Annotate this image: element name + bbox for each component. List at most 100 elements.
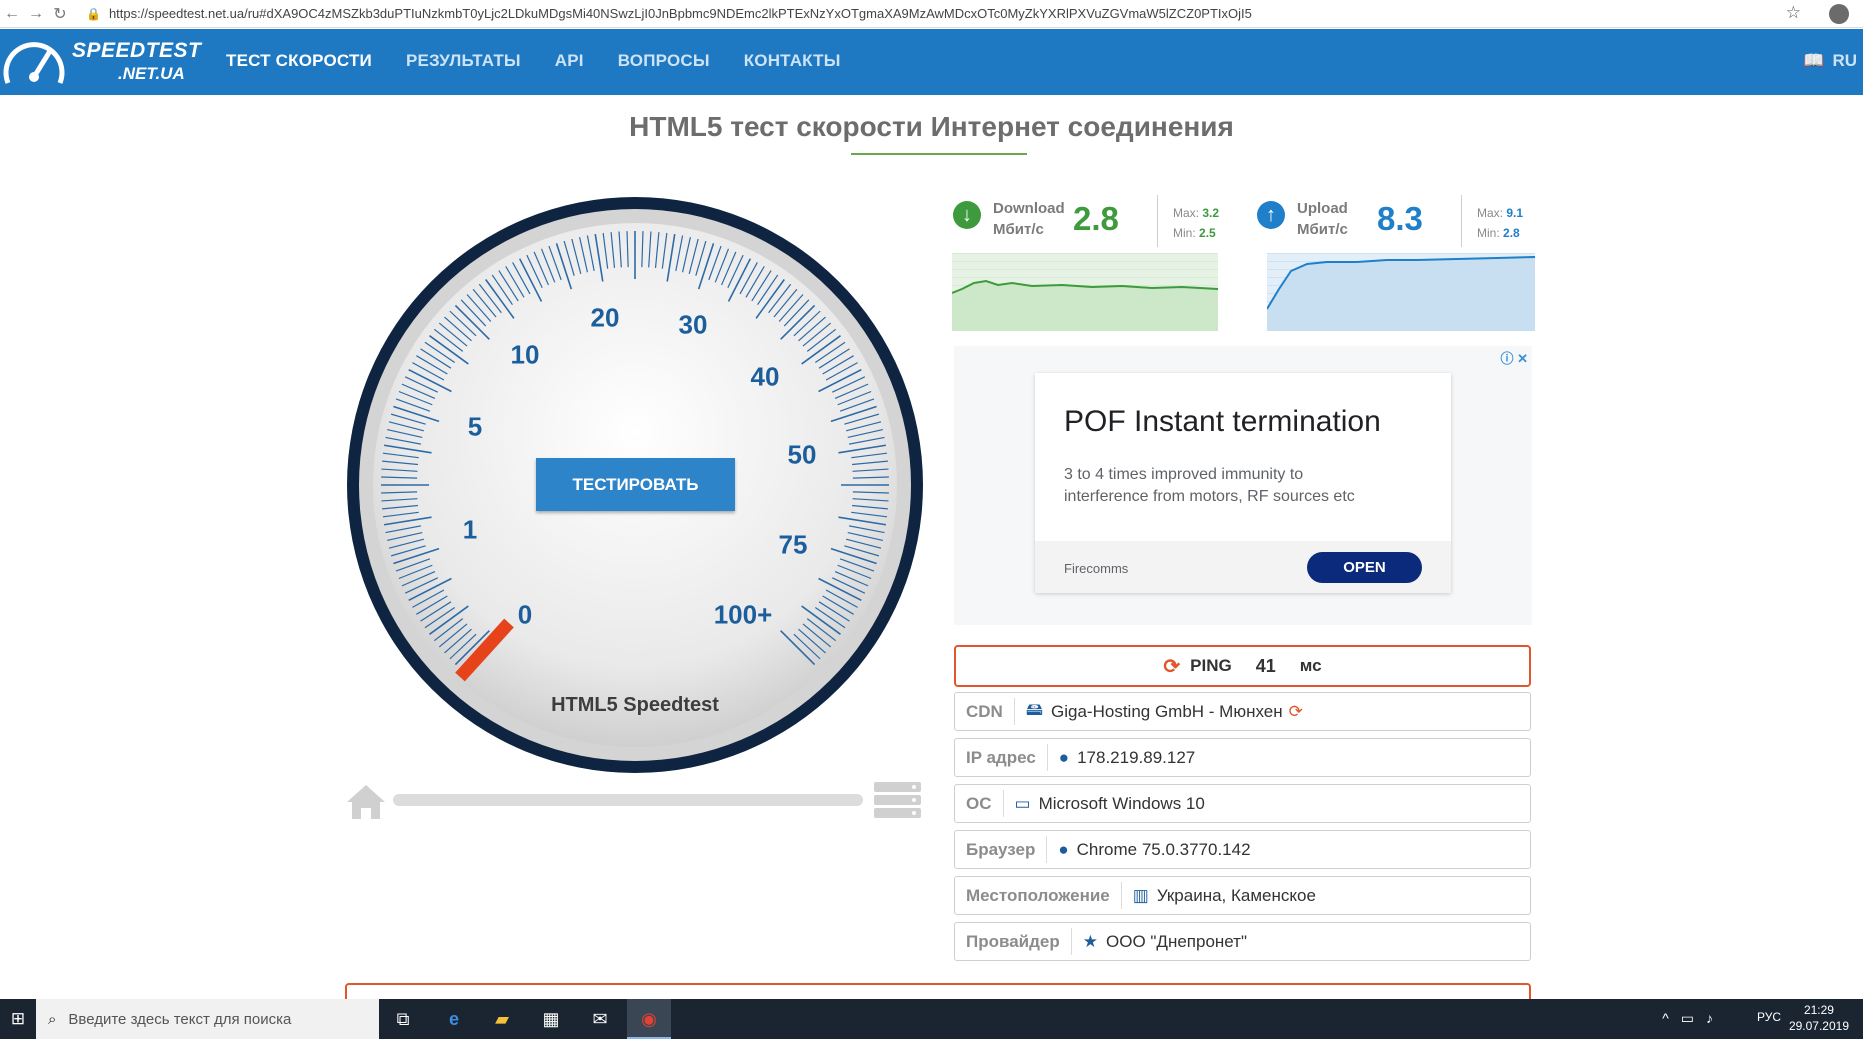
info-row-ip: IP адрес ● 178.219.89.127 [954,738,1531,777]
scale-label-30: 30 [678,309,708,340]
ad-open-button[interactable]: OPEN [1307,552,1422,583]
info-key: Провайдер [955,928,1072,955]
download-max-row: Max: 3.2 [1173,203,1219,223]
logo-text-bottom: .NET.UA [118,64,185,83]
gauge-caption: HTML5 Speedtest [551,694,719,716]
download-arrow-icon: ↓ [953,201,981,229]
test-progress-bar [393,794,863,806]
upload-label: Upload Мбит/с [1297,198,1348,240]
back-icon[interactable]: ← [0,5,24,23]
reload-icon[interactable]: ↻ [48,4,72,24]
site-logo[interactable]: SPEEDTEST .NET.UA [0,33,202,91]
nav-results[interactable]: РЕЗУЛЬТАТЫ [406,51,521,71]
windows-start-icon[interactable]: ⊞ [0,999,36,1039]
address-bar[interactable]: https://speedtest.net.ua/ru#dXA9OC4zMSZk… [109,6,1252,21]
book-icon: 📖 [1803,51,1825,70]
taskbar-search[interactable]: ⌕ Введите здесь текст для поиска [36,999,379,1039]
upload-max-value: 9.1 [1506,206,1524,220]
upload-min-value: 2.8 [1503,226,1520,240]
title-underline [851,153,1027,155]
scale-label-75: 75 [778,529,808,560]
language-switcher[interactable]: 📖 RU [1803,51,1857,71]
upload-value: 8.3 [1377,200,1423,237]
taskbar-clock[interactable]: 21:29 29.07.2019 [1789,1002,1849,1034]
monitor-icon: ▭ [1014,793,1031,813]
info-value: Украина, Каменское [1156,885,1316,905]
edge-icon[interactable]: e [440,1005,468,1033]
profile-avatar[interactable] [1829,4,1849,24]
nav-questions[interactable]: ВОПРОСЫ [618,51,710,71]
upload-label-unit: Мбит/с [1297,221,1348,238]
mail-icon[interactable]: ✉ [586,1005,614,1033]
scale-label-40: 40 [750,361,780,392]
volume-icon[interactable]: ♪ [1706,1010,1713,1027]
upload-label-title: Upload [1297,200,1348,217]
info-row-browser: Браузер ● Chrome 75.0.3770.142 [954,830,1531,869]
download-min-row: Min: 2.5 [1173,223,1219,243]
upload-max-row: Max: 9.1 [1477,203,1523,223]
network-icon[interactable]: ▭ [1681,1010,1694,1027]
star-icon: ★ [1082,931,1098,951]
nav-contacts[interactable]: КОНТАКТЫ [744,51,841,71]
info-value: Microsoft Windows 10 [1038,793,1205,813]
info-row-provider: Провайдер ★ ООО "Днепронет" [954,922,1531,961]
search-icon: ⌕ [48,1010,57,1028]
download-divider [1157,195,1158,247]
info-row-location: Местоположение ▥ Украина, Каменское [954,876,1531,915]
server-stack-icon [874,782,921,818]
server-icon: 🖴 [1025,700,1044,719]
download-max-value: 3.2 [1202,206,1220,220]
logo-text-top: SPEEDTEST [72,39,202,62]
ping-unit: мс [1299,656,1322,675]
scale-label-0: 0 [517,599,533,630]
scale-label-50: 50 [787,439,817,470]
input-language[interactable]: РУС [1757,1010,1781,1024]
upload-minmax: Max: 9.1 Min: 2.8 [1477,203,1523,243]
globe-icon: ● [1058,839,1069,859]
nav-api[interactable]: API [555,51,584,71]
refresh-icon: ⟳ [1163,655,1181,678]
scale-label-100: 100+ [713,599,773,630]
change-server-icon[interactable]: ⟳ [1289,702,1303,722]
download-minmax: Max: 3.2 Min: 2.5 [1173,203,1219,243]
ad-info-close-icon[interactable]: ⓘ ✕ [1500,348,1528,367]
info-row-cdn: CDN 🖴 Giga-Hosting GmbH - Мюнхен ⟳ [954,692,1531,731]
download-min-label: Min: [1173,226,1196,240]
ad-headline: POF Instant termination [1064,405,1381,438]
info-key: CDN [955,698,1015,725]
tray-expand-icon[interactable]: ^ [1662,1010,1669,1027]
info-value: Chrome 75.0.3770.142 [1076,839,1251,859]
info-key: Местоположение [955,882,1122,909]
store-icon[interactable]: ▦ [537,1005,565,1033]
nav-speed-test[interactable]: ТЕСТ СКОРОСТИ [226,51,372,71]
upload-arrow-icon: ↑ [1257,201,1285,229]
upload-max-label: Max: [1477,206,1504,220]
upload-min-row: Min: 2.8 [1477,223,1523,243]
download-stat: ↓ Download Мбит/с 2.8 Max: 3.2 Min: 2.5 [953,195,1233,255]
forward-icon[interactable]: → [24,5,48,23]
chrome-icon[interactable]: ◉ [635,1005,663,1033]
os-taskbar: ⊞ ⌕ Введите здесь текст для поиска ⧉ e ▰… [0,999,1863,1039]
lock-icon[interactable]: 🔒 [86,7,101,21]
task-view-icon[interactable]: ⧉ [389,1005,417,1033]
download-min-value: 2.5 [1199,226,1216,240]
bookmark-star-icon[interactable]: ☆ [1786,3,1801,23]
scale-label-10: 10 [510,339,540,370]
download-label-title: Download [993,200,1065,217]
upload-min-label: Min: [1477,226,1500,240]
home-icon [347,785,385,819]
page-title: HTML5 тест скорости Интернет соединения [629,111,1234,142]
ad-card[interactable]: POF Instant termination 3 to 4 times imp… [1035,373,1451,593]
upload-stat: ↑ Upload Мбит/с 8.3 Max: 9.1 Min: 2.8 [1257,195,1537,255]
clock-time: 21:29 [1803,1003,1834,1017]
start-test-button[interactable]: ТЕСТИРОВАТЬ [536,458,735,511]
main-nav: ТЕСТ СКОРОСТИ РЕЗУЛЬТАТЫ API ВОПРОСЫ КОН… [226,51,841,71]
upload-sparkline [1267,253,1535,331]
upload-divider [1461,195,1462,247]
ping-label: PING [1190,656,1232,675]
browser-toolbar: ← → ↻ 🔒 https://speedtest.net.ua/ru#dXA9… [0,0,1863,28]
scale-label-1: 1 [462,514,478,545]
download-max-label: Max: [1173,206,1200,220]
file-explorer-icon[interactable]: ▰ [488,1005,516,1033]
system-tray: ^ ▭ ♪ [1662,1010,1713,1027]
